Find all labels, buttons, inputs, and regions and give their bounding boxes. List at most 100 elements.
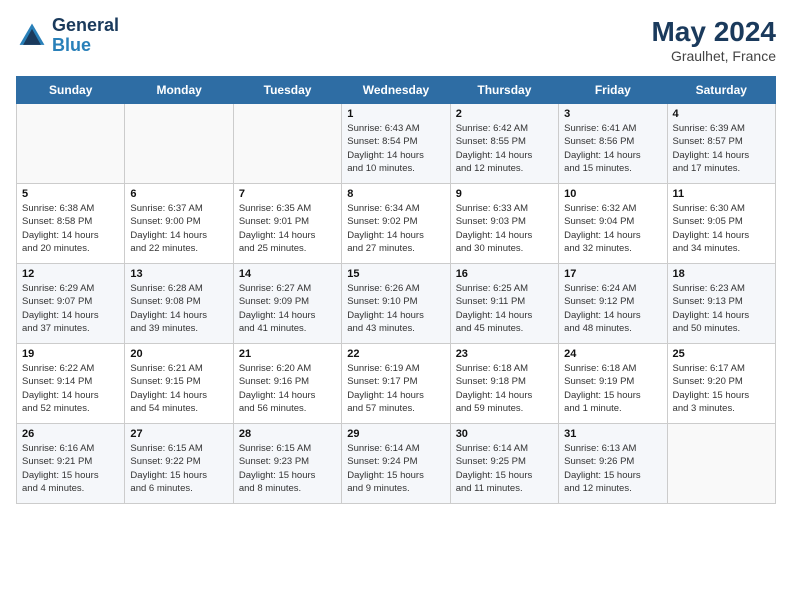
day-info: Sunrise: 6:14 AM Sunset: 9:24 PM Dayligh… bbox=[347, 442, 444, 495]
col-header-thursday: Thursday bbox=[450, 77, 558, 104]
day-info: Sunrise: 6:13 AM Sunset: 9:26 PM Dayligh… bbox=[564, 442, 661, 495]
calendar-cell: 18Sunrise: 6:23 AM Sunset: 9:13 PM Dayli… bbox=[667, 264, 775, 344]
day-info: Sunrise: 6:15 AM Sunset: 9:22 PM Dayligh… bbox=[130, 442, 227, 495]
day-number: 14 bbox=[239, 268, 336, 280]
calendar-cell: 12 Sunrise: 6:29 AM Sunset: 9:07 PM Dayli… bbox=[17, 264, 125, 344]
day-number: 31 bbox=[564, 428, 661, 440]
day-number: 9 bbox=[456, 188, 553, 200]
day-number: 22 bbox=[347, 348, 444, 360]
calendar-header: SundayMondayTuesdayWednesdayThursdayFrid… bbox=[17, 77, 776, 104]
day-number: 12 bbox=[22, 268, 119, 280]
week-row-1: 1Sunrise: 6:43 AM Sunset: 8:54 PM Daylig… bbox=[17, 104, 776, 184]
day-number: 3 bbox=[564, 108, 661, 120]
calendar-cell: 24 Sunrise: 6:18 AM Sunset: 9:19 PM Dayli… bbox=[559, 344, 667, 424]
day-number: 26 bbox=[22, 428, 119, 440]
day-number: 2 bbox=[456, 108, 553, 120]
day-info: Sunrise: 6:16 AM Sunset: 9:21 PM Dayligh… bbox=[22, 442, 119, 495]
week-row-5: 26 Sunrise: 6:16 AM Sunset: 9:21 PM Dayli… bbox=[17, 424, 776, 504]
calendar-cell bbox=[233, 104, 341, 184]
day-number: 13 bbox=[130, 268, 227, 280]
col-header-friday: Friday bbox=[559, 77, 667, 104]
day-number: 27 bbox=[130, 428, 227, 440]
day-info: Sunrise: 6:39 AM Sunset: 8:57 PM Dayligh… bbox=[673, 122, 770, 175]
logo-line1: General bbox=[52, 16, 119, 36]
page-header: General Blue May 2024 Graulhet, France bbox=[16, 16, 776, 64]
day-info: Sunrise: 6:18 AM Sunset: 9:19 PM Dayligh… bbox=[564, 362, 661, 415]
day-info: Sunrise: 6:15 AM Sunset: 9:23 PM Dayligh… bbox=[239, 442, 336, 495]
day-number: 15 bbox=[347, 268, 444, 280]
day-number: 8 bbox=[347, 188, 444, 200]
day-info: Sunrise: 6:14 AM Sunset: 9:25 PM Dayligh… bbox=[456, 442, 553, 495]
calendar-cell: 20 Sunrise: 6:21 AM Sunset: 9:15 PM Dayli… bbox=[125, 344, 233, 424]
day-number: 17 bbox=[564, 268, 661, 280]
calendar-cell: 6Sunrise: 6:37 AM Sunset: 9:00 PM Daylig… bbox=[125, 184, 233, 264]
calendar-cell: 16Sunrise: 6:25 AM Sunset: 9:11 PM Dayli… bbox=[450, 264, 558, 344]
calendar-body: 1Sunrise: 6:43 AM Sunset: 8:54 PM Daylig… bbox=[17, 104, 776, 504]
day-number: 5 bbox=[22, 188, 119, 200]
day-number: 23 bbox=[456, 348, 553, 360]
calendar-cell: 21Sunrise: 6:20 AM Sunset: 9:16 PM Dayli… bbox=[233, 344, 341, 424]
day-info: Sunrise: 6:37 AM Sunset: 9:00 PM Dayligh… bbox=[130, 202, 227, 255]
calendar-cell: 15 Sunrise: 6:26 AM Sunset: 9:10 PM Dayli… bbox=[342, 264, 450, 344]
calendar-cell bbox=[17, 104, 125, 184]
day-number: 28 bbox=[239, 428, 336, 440]
calendar-cell: 10 Sunrise: 6:32 AM Sunset: 9:04 PM Dayli… bbox=[559, 184, 667, 264]
day-number: 24 bbox=[564, 348, 661, 360]
header-row: SundayMondayTuesdayWednesdayThursdayFrid… bbox=[17, 77, 776, 104]
calendar-table: SundayMondayTuesdayWednesdayThursdayFrid… bbox=[16, 76, 776, 504]
calendar-cell: 17 Sunrise: 6:24 AM Sunset: 9:12 PM Dayli… bbox=[559, 264, 667, 344]
location: Graulhet, France bbox=[651, 48, 776, 64]
calendar-cell: 9Sunrise: 6:33 AM Sunset: 9:03 PM Daylig… bbox=[450, 184, 558, 264]
calendar-cell: 14 Sunrise: 6:27 AM Sunset: 9:09 PM Dayli… bbox=[233, 264, 341, 344]
calendar-cell: 27 Sunrise: 6:15 AM Sunset: 9:22 PM Dayli… bbox=[125, 424, 233, 504]
calendar-cell: 30 Sunrise: 6:14 AM Sunset: 9:25 PM Dayli… bbox=[450, 424, 558, 504]
day-info: Sunrise: 6:35 AM Sunset: 9:01 PM Dayligh… bbox=[239, 202, 336, 255]
day-number: 11 bbox=[673, 188, 770, 200]
day-number: 30 bbox=[456, 428, 553, 440]
day-info: Sunrise: 6:22 AM Sunset: 9:14 PM Dayligh… bbox=[22, 362, 119, 415]
day-info: Sunrise: 6:18 AM Sunset: 9:18 PM Dayligh… bbox=[456, 362, 553, 415]
day-info: Sunrise: 6:24 AM Sunset: 9:12 PM Dayligh… bbox=[564, 282, 661, 335]
calendar-cell: 23 Sunrise: 6:18 AM Sunset: 9:18 PM Dayli… bbox=[450, 344, 558, 424]
col-header-wednesday: Wednesday bbox=[342, 77, 450, 104]
col-header-saturday: Saturday bbox=[667, 77, 775, 104]
calendar-cell: 29 Sunrise: 6:14 AM Sunset: 9:24 PM Dayli… bbox=[342, 424, 450, 504]
week-row-2: 5Sunrise: 6:38 AM Sunset: 8:58 PM Daylig… bbox=[17, 184, 776, 264]
day-number: 20 bbox=[130, 348, 227, 360]
calendar-cell: 26 Sunrise: 6:16 AM Sunset: 9:21 PM Dayli… bbox=[17, 424, 125, 504]
col-header-tuesday: Tuesday bbox=[233, 77, 341, 104]
day-number: 4 bbox=[673, 108, 770, 120]
calendar-cell: 5Sunrise: 6:38 AM Sunset: 8:58 PM Daylig… bbox=[17, 184, 125, 264]
calendar-cell: 7Sunrise: 6:35 AM Sunset: 9:01 PM Daylig… bbox=[233, 184, 341, 264]
calendar-cell: 1Sunrise: 6:43 AM Sunset: 8:54 PM Daylig… bbox=[342, 104, 450, 184]
calendar-cell: 8 Sunrise: 6:34 AM Sunset: 9:02 PM Daylig… bbox=[342, 184, 450, 264]
day-info: Sunrise: 6:20 AM Sunset: 9:16 PM Dayligh… bbox=[239, 362, 336, 415]
day-info: Sunrise: 6:29 AM Sunset: 9:07 PM Dayligh… bbox=[22, 282, 119, 335]
calendar-cell: 19 Sunrise: 6:22 AM Sunset: 9:14 PM Dayli… bbox=[17, 344, 125, 424]
day-info: Sunrise: 6:42 AM Sunset: 8:55 PM Dayligh… bbox=[456, 122, 553, 175]
day-info: Sunrise: 6:28 AM Sunset: 9:08 PM Dayligh… bbox=[130, 282, 227, 335]
day-info: Sunrise: 6:17 AM Sunset: 9:20 PM Dayligh… bbox=[673, 362, 770, 415]
day-number: 10 bbox=[564, 188, 661, 200]
calendar-cell: 2 Sunrise: 6:42 AM Sunset: 8:55 PM Daylig… bbox=[450, 104, 558, 184]
day-info: Sunrise: 6:25 AM Sunset: 9:11 PM Dayligh… bbox=[456, 282, 553, 335]
day-info: Sunrise: 6:26 AM Sunset: 9:10 PM Dayligh… bbox=[347, 282, 444, 335]
day-info: Sunrise: 6:27 AM Sunset: 9:09 PM Dayligh… bbox=[239, 282, 336, 335]
week-row-3: 12 Sunrise: 6:29 AM Sunset: 9:07 PM Dayli… bbox=[17, 264, 776, 344]
day-info: Sunrise: 6:32 AM Sunset: 9:04 PM Dayligh… bbox=[564, 202, 661, 255]
day-info: Sunrise: 6:30 AM Sunset: 9:05 PM Dayligh… bbox=[673, 202, 770, 255]
calendar-cell: 4 Sunrise: 6:39 AM Sunset: 8:57 PM Daylig… bbox=[667, 104, 775, 184]
day-info: Sunrise: 6:21 AM Sunset: 9:15 PM Dayligh… bbox=[130, 362, 227, 415]
day-info: Sunrise: 6:34 AM Sunset: 9:02 PM Dayligh… bbox=[347, 202, 444, 255]
day-number: 18 bbox=[673, 268, 770, 280]
week-row-4: 19 Sunrise: 6:22 AM Sunset: 9:14 PM Dayli… bbox=[17, 344, 776, 424]
title-block: May 2024 Graulhet, France bbox=[651, 16, 776, 64]
month-year: May 2024 bbox=[651, 16, 776, 48]
logo: General Blue bbox=[16, 16, 119, 56]
day-info: Sunrise: 6:41 AM Sunset: 8:56 PM Dayligh… bbox=[564, 122, 661, 175]
calendar-cell bbox=[125, 104, 233, 184]
col-header-sunday: Sunday bbox=[17, 77, 125, 104]
day-number: 29 bbox=[347, 428, 444, 440]
calendar-cell: 28 Sunrise: 6:15 AM Sunset: 9:23 PM Dayli… bbox=[233, 424, 341, 504]
day-number: 19 bbox=[22, 348, 119, 360]
